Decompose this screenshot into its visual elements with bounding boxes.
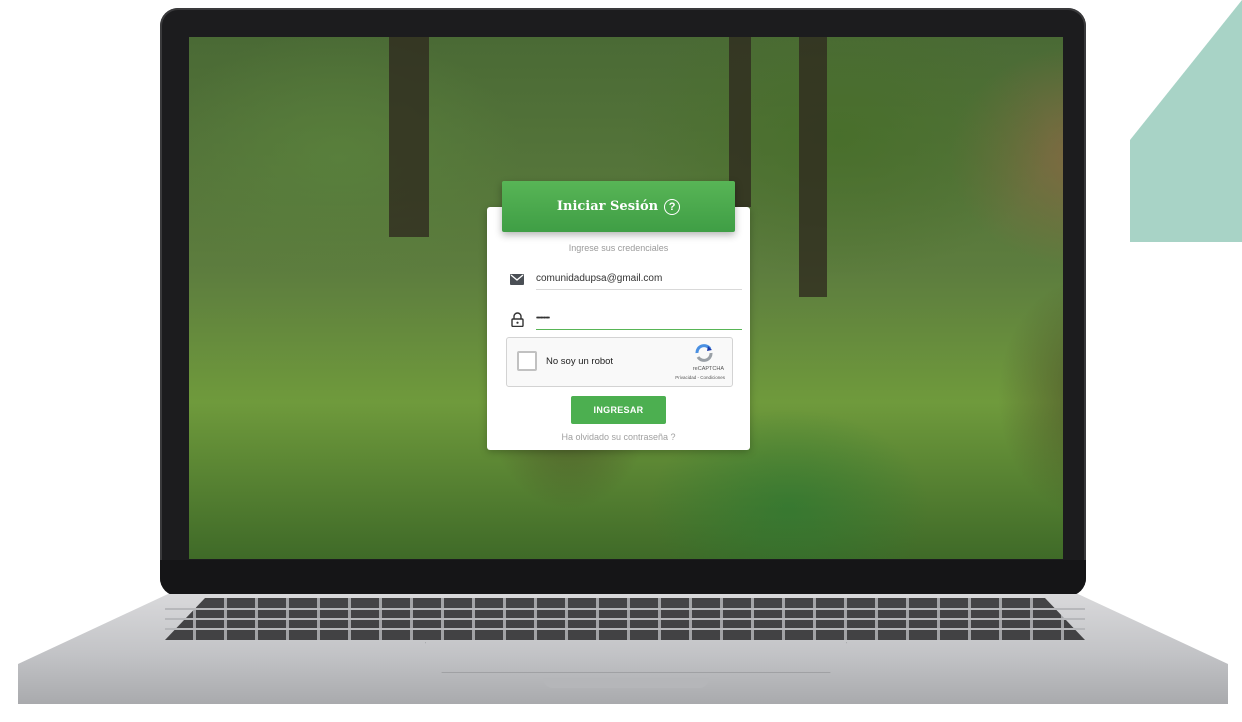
keyboard-row-gap — [165, 628, 1085, 630]
laptop-trackpad — [425, 642, 847, 673]
tree-trunk — [389, 37, 429, 237]
keyboard-row-gap — [165, 608, 1085, 610]
email-field[interactable]: comunidadupsa@gmail.com — [508, 268, 742, 290]
login-title: Iniciar Sesión — [556, 199, 659, 214]
login-submit-button[interactable]: INGRESAR — [571, 396, 666, 424]
recaptcha-widget: No soy un robot reCAPTCHA Privacidad - C… — [506, 337, 733, 387]
recaptcha-links[interactable]: Privacidad - Condiciones — [675, 375, 725, 380]
laptop-bottom-bezel — [160, 560, 1086, 596]
decorative-teal-shape — [1130, 0, 1242, 242]
help-circle-icon[interactable]: ? — [664, 198, 681, 215]
password-field[interactable]: ••••••••• — [508, 308, 742, 330]
recaptcha-checkbox[interactable] — [517, 351, 537, 371]
forgot-password-link[interactable]: Ha olvidado su contraseña ? — [487, 432, 750, 442]
login-subtitle: Ingrese sus credenciales — [568, 243, 669, 253]
recaptcha-logo-icon — [695, 344, 713, 362]
lock-icon — [508, 311, 526, 327]
email-input[interactable]: comunidadupsa@gmail.com — [536, 269, 742, 290]
recaptcha-brand: reCAPTCHA — [692, 366, 724, 372]
tree-trunk — [799, 37, 827, 297]
login-header: Iniciar Sesión ? — [502, 181, 735, 232]
envelope-icon — [508, 273, 526, 285]
password-input[interactable]: ••••••••• — [536, 309, 742, 330]
keyboard-row-gap — [165, 618, 1085, 620]
laptop-notch — [543, 678, 709, 688]
recaptcha-label: No soy un robot — [546, 356, 614, 367]
